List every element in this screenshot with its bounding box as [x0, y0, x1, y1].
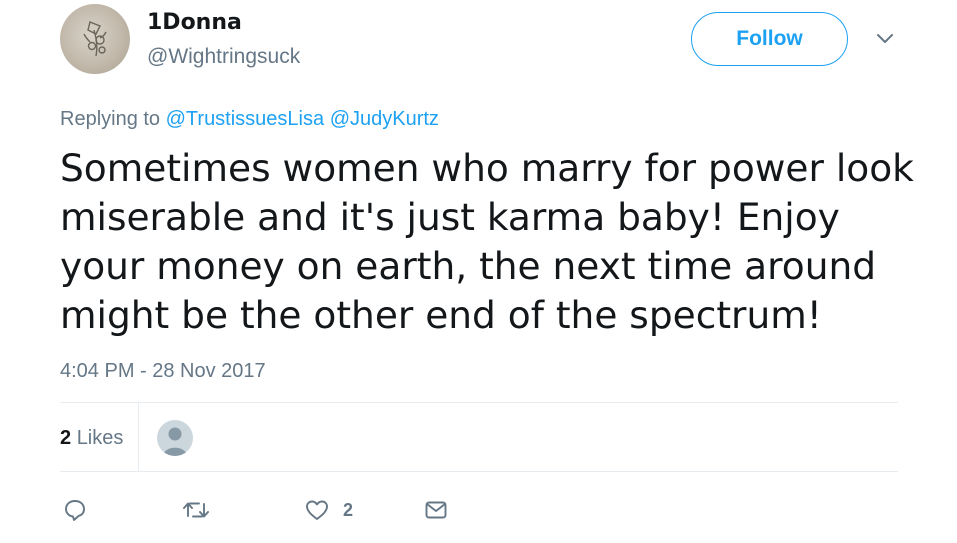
envelope-icon	[425, 501, 447, 519]
retweet-arrows-icon	[183, 502, 209, 518]
mention-link[interactable]: @TrustissuesLisa	[166, 108, 325, 130]
divider	[138, 402, 139, 471]
likes-label: Likes	[76, 427, 124, 449]
author-name[interactable]: 1Donna	[147, 8, 242, 38]
like-button[interactable]: 2	[303, 495, 353, 525]
chevron-down-icon[interactable]	[874, 30, 896, 48]
likes-count: 2	[60, 427, 72, 449]
retweet-button[interactable]	[181, 495, 211, 525]
tweet-text: Sometimes women who marry for power look…	[60, 146, 914, 337]
reply-button[interactable]	[62, 495, 88, 525]
like-count: 2	[343, 499, 354, 520]
speech-bubble-icon	[65, 500, 85, 521]
floral-sketch-icon	[83, 21, 107, 57]
reply-context: Replying to @TrustissuesLisa @JudyKurtz	[60, 104, 439, 134]
default-avatar-icon	[163, 427, 187, 456]
divider	[60, 402, 898, 403]
divider	[60, 471, 898, 472]
reply-prefix: Replying to	[60, 108, 161, 130]
tweet-timestamp[interactable]: 4:04 PM - 28 Nov 2017	[60, 356, 266, 386]
likes-stat[interactable]: 2 Likes	[60, 424, 123, 452]
direct-message-button[interactable]	[423, 495, 449, 525]
heart-icon	[306, 500, 328, 520]
author-avatar[interactable]	[60, 4, 130, 74]
liker-avatar[interactable]	[157, 420, 193, 456]
author-handle[interactable]: @Wightringsuck	[147, 42, 300, 72]
follow-button[interactable]: Follow	[691, 12, 848, 66]
mention-link[interactable]: @JudyKurtz	[330, 108, 439, 130]
